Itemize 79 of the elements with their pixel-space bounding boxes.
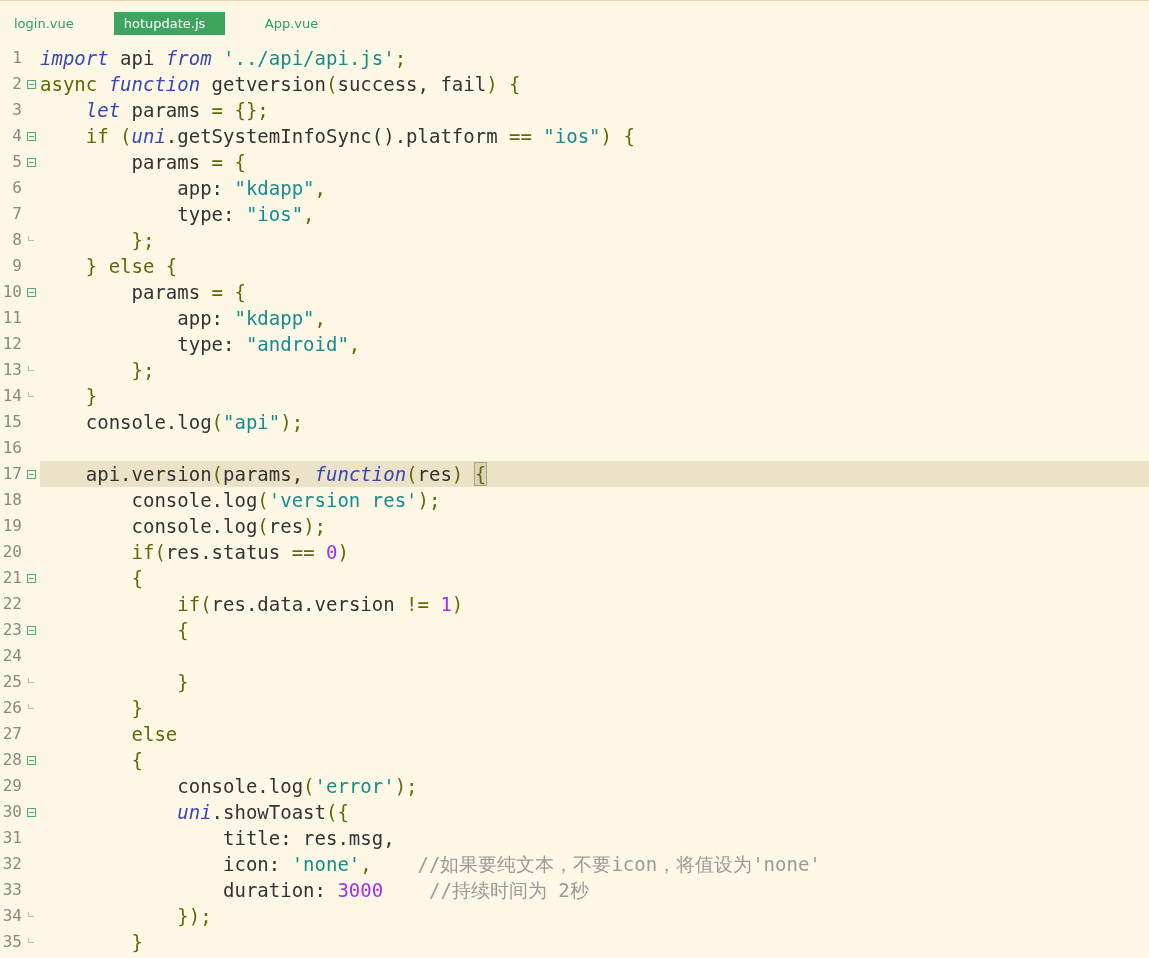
line-number: 3 [11, 99, 22, 121]
code-line: console.log(res); [130, 514, 326, 539]
fold-toggle-icon[interactable] [26, 625, 36, 635]
code-line: }; [130, 228, 155, 253]
code-line: app: "kdapp", [176, 306, 326, 331]
code-line: }; [130, 358, 155, 383]
code-line: if(res.status == 0) [130, 540, 349, 565]
code-line: duration: 3000 //持续时间为 2秒 [222, 878, 589, 903]
fold-toggle-icon[interactable] [26, 469, 36, 479]
line-number: 10 [1, 281, 22, 303]
line-number: 22 [1, 593, 22, 615]
fold-toggle-icon[interactable] [26, 131, 36, 141]
line-number: 26 [1, 697, 22, 719]
code-line: if (uni.getSystemInfoSync().platform == "ios") { [84, 124, 635, 149]
code-line: app: "kdapp", [176, 176, 326, 201]
code-line: } [130, 696, 143, 721]
line-number: 9 [11, 255, 22, 277]
fold-toggle-icon[interactable] [26, 79, 36, 89]
code-line: async function getversion(success, fail) { [40, 72, 521, 97]
line-number: 8 [11, 229, 22, 251]
file-tab[interactable]: login.vue [4, 11, 84, 35]
code-line: } [176, 670, 189, 695]
line-number: 4 [11, 125, 22, 147]
code-line: type: "android", [176, 332, 361, 357]
code-line: icon: 'none', //如果要纯文本，不要icon，将值设为'none' [222, 852, 821, 877]
line-number: 33 [1, 879, 22, 901]
line-number: 16 [1, 437, 22, 459]
code-line: params = { [130, 150, 246, 175]
fold-toggle-icon[interactable] [26, 755, 36, 765]
line-number: 1 [11, 47, 22, 69]
code-line: type: "ios", [176, 202, 315, 227]
line-number: 11 [1, 307, 22, 329]
line-number: 15 [1, 411, 22, 433]
code-line: else [130, 722, 178, 747]
line-number: 18 [1, 489, 22, 511]
code-line: uni.showToast({ [176, 800, 349, 825]
code-line: let params = {}; [84, 98, 269, 123]
line-number: 35 [1, 931, 22, 953]
code-line: { [130, 748, 143, 773]
code-line: } [130, 930, 143, 955]
line-number: 21 [1, 567, 22, 589]
line-number: 27 [1, 723, 22, 745]
line-number: 24 [1, 645, 22, 667]
fold-toggle-icon[interactable] [26, 287, 36, 297]
code-line: { [130, 566, 143, 591]
fold-toggle-icon[interactable] [26, 807, 36, 817]
line-number: 7 [11, 203, 22, 225]
line-number: 14 [1, 385, 22, 407]
code-line: params = { [130, 280, 246, 305]
line-number: 23 [1, 619, 22, 641]
line-number: 29 [1, 775, 22, 797]
line-number: 30 [1, 801, 22, 823]
code-line: } else { [84, 254, 178, 279]
code-line: } [84, 384, 98, 409]
code-line: title: res.msg, [222, 826, 395, 851]
line-number: 5 [11, 151, 22, 173]
code-line: }); [176, 904, 212, 929]
fold-toggle-icon[interactable] [26, 157, 36, 167]
line-number: 2 [11, 73, 22, 95]
code-line: if(res.data.version != 1) [176, 592, 464, 617]
code-line: console.log("api"); [84, 410, 304, 435]
line-number: 31 [1, 827, 22, 849]
line-number: 32 [1, 853, 22, 875]
line-number: 20 [1, 541, 22, 563]
line-number: 34 [1, 905, 22, 927]
line-number: 25 [1, 671, 22, 693]
line-number: 17 [1, 463, 22, 485]
file-tab[interactable]: App.vue [254, 11, 329, 35]
file-tab[interactable]: hotupdate.js [113, 11, 225, 35]
code-line: console.log('version res'); [130, 488, 441, 513]
code-line: { [176, 618, 189, 643]
line-number: 13 [1, 359, 22, 381]
line-number: 6 [11, 177, 22, 199]
line-number: 28 [1, 749, 22, 771]
fold-toggle-icon[interactable] [26, 573, 36, 583]
line-number: 19 [1, 515, 22, 537]
code-line: import api from '../api/api.js'; [40, 46, 407, 71]
line-number: 12 [1, 333, 22, 355]
code-line: console.log('error'); [176, 774, 418, 799]
